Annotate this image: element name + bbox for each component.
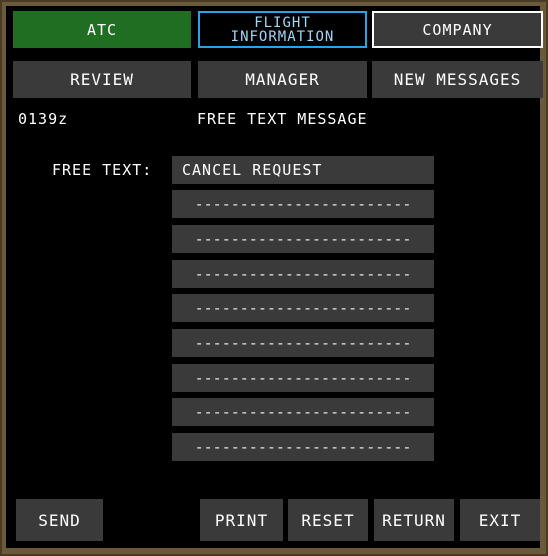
review-button[interactable]: REVIEW: [13, 61, 191, 98]
page-title: FREE TEXT MESSAGE: [197, 110, 368, 128]
free-text-line-1[interactable]: CANCEL REQUEST: [172, 156, 434, 184]
exit-button[interactable]: EXIT: [460, 499, 540, 541]
tab-flight-information[interactable]: FLIGHT INFORMATION: [198, 11, 367, 48]
return-button[interactable]: RETURN: [374, 499, 454, 541]
reset-label: RESET: [301, 510, 355, 530]
new-messages-label: NEW MESSAGES: [393, 70, 522, 89]
tab-flight-information-line1: FLIGHT: [254, 14, 311, 31]
free-text-line-3[interactable]: ------------------------: [172, 225, 434, 253]
tab-atc-label: ATC: [86, 20, 118, 39]
review-label: REVIEW: [70, 70, 134, 89]
free-text-line-8[interactable]: ------------------------: [172, 398, 434, 426]
return-label: RETURN: [382, 510, 446, 530]
free-text-line-4[interactable]: ------------------------: [172, 260, 434, 288]
free-text-line-6[interactable]: ------------------------: [172, 329, 434, 357]
print-label: PRINT: [214, 510, 269, 530]
print-button[interactable]: PRINT: [200, 499, 283, 541]
reset-button[interactable]: RESET: [288, 499, 368, 541]
send-label: SEND: [38, 510, 81, 530]
exit-label: EXIT: [478, 510, 522, 530]
free-text-label: FREE TEXT:: [52, 161, 153, 179]
manager-label: MANAGER: [245, 70, 320, 89]
tab-atc[interactable]: ATC: [13, 11, 191, 48]
send-button[interactable]: SEND: [16, 499, 103, 541]
new-messages-button[interactable]: NEW MESSAGES: [372, 61, 543, 98]
tab-flight-information-line2: INFORMATION: [230, 28, 335, 45]
timestamp: 0139z: [18, 110, 69, 128]
manager-button[interactable]: MANAGER: [198, 61, 367, 98]
free-text-line-9[interactable]: ------------------------: [172, 433, 434, 461]
free-text-line-2[interactable]: ------------------------: [172, 190, 434, 218]
free-text-line-5[interactable]: ------------------------: [172, 294, 434, 322]
tab-company[interactable]: COMPANY: [372, 11, 543, 48]
free-text-line-7[interactable]: ------------------------: [172, 364, 434, 392]
tab-company-label: COMPANY: [422, 20, 493, 39]
